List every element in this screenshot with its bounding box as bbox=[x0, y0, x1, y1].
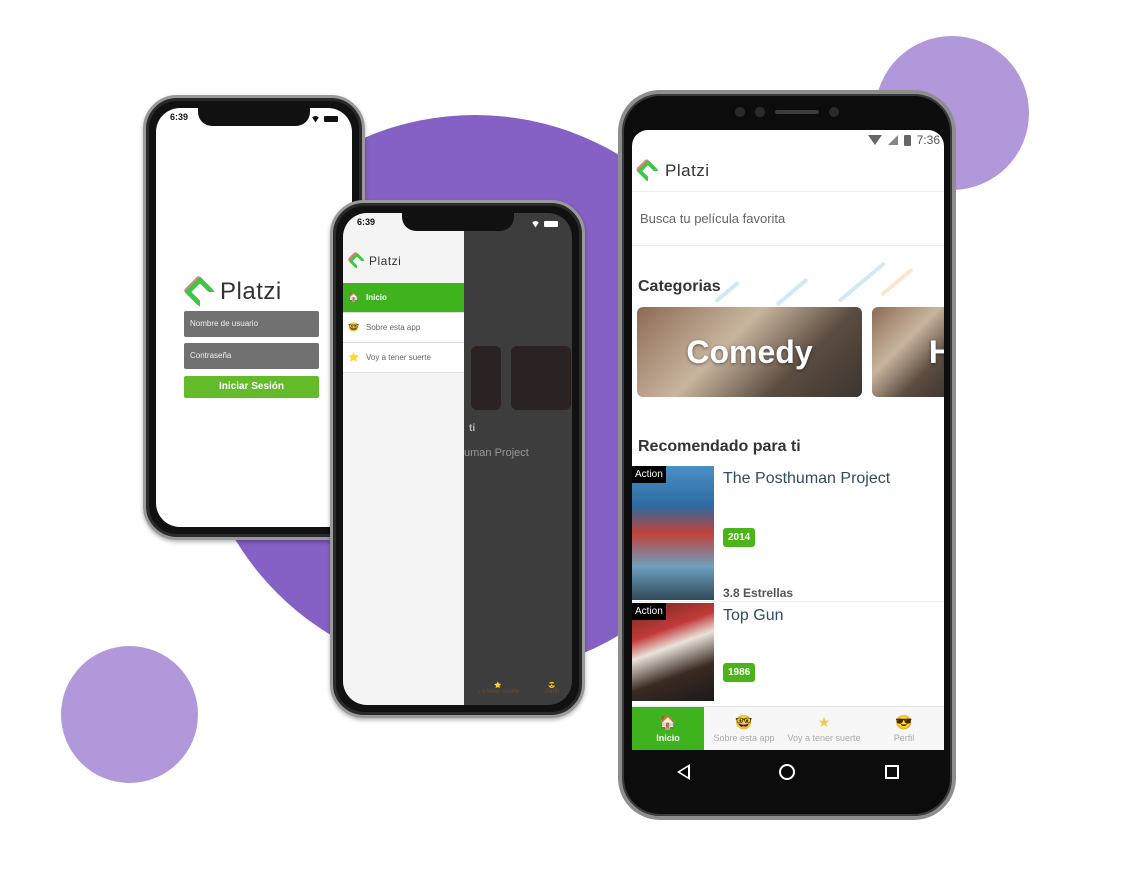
login-screen: 6:39 Platzi Nombre de usuario Contraseña… bbox=[156, 108, 352, 527]
camera bbox=[829, 107, 839, 117]
drawer-item-label: Voy a tener suerte bbox=[366, 353, 431, 362]
movie-title: The Posthuman Project bbox=[723, 470, 891, 487]
home-button-icon[interactable] bbox=[779, 764, 796, 780]
genre-tag: Action bbox=[632, 603, 666, 620]
wifi-icon bbox=[311, 115, 320, 123]
status-time: 6:39 bbox=[357, 217, 376, 227]
year-badge: 1986 bbox=[723, 663, 756, 682]
star-icon: ★ bbox=[817, 714, 831, 730]
category-label: Comedy bbox=[686, 333, 813, 370]
navigation-drawer: Platzi 🏠 Inicio 🤓 Sobre esta app ⭐ Voy a… bbox=[343, 213, 464, 705]
decoration bbox=[775, 277, 809, 307]
sunglasses-icon: 😎 bbox=[895, 714, 913, 730]
nav-label: Voy a tener suerte bbox=[787, 733, 861, 743]
platzi-logo-icon bbox=[635, 157, 660, 182]
status-time: 7:36 bbox=[916, 133, 940, 147]
status-time: 6:39 bbox=[170, 112, 189, 122]
system-navigation-bar bbox=[632, 750, 944, 794]
login-button[interactable]: Iniciar Sesión bbox=[184, 376, 319, 398]
drawer-screen: ti uman Project ⭐ y a tener suerte 😎 Perfi… bbox=[343, 213, 572, 705]
cell-signal-icon bbox=[887, 135, 898, 145]
category-label: H bbox=[928, 333, 944, 370]
dimmed-bottom-nav: ⭐ y a tener suerte 😎 Perfil bbox=[464, 682, 572, 695]
nav-label: y a tener suerte bbox=[477, 689, 519, 695]
home-icon: 🏠 bbox=[659, 714, 677, 730]
wifi-icon bbox=[867, 135, 882, 145]
movie-list-item[interactable]: Action The Posthuman Project 2014 3.8 Es… bbox=[632, 466, 944, 602]
drawer-item-label: Sobre esta app bbox=[366, 323, 421, 332]
notch bbox=[198, 108, 310, 126]
nav-label: Sobre esta app bbox=[713, 733, 775, 743]
username-input[interactable]: Nombre de usuario bbox=[184, 311, 319, 337]
home-icon: 🏠 bbox=[348, 292, 360, 302]
nav-item-inicio[interactable]: 🏠 Inicio bbox=[632, 707, 704, 750]
movie-poster bbox=[632, 466, 714, 600]
drawer-item-sobre[interactable]: 🤓 Sobre esta app bbox=[343, 313, 464, 343]
nerd-face-icon: 🤓 bbox=[735, 714, 753, 730]
star-icon: ⭐ bbox=[348, 352, 360, 362]
search-input[interactable]: Busca tu película favorita bbox=[632, 192, 944, 246]
battery-icon bbox=[544, 221, 558, 227]
category-card-comedy[interactable]: Comedy bbox=[637, 307, 862, 397]
android-home-mockup: 7:36 Platzi Busca tu película favorita C… bbox=[618, 90, 956, 820]
star-icon: ⭐ bbox=[494, 683, 502, 689]
nerd-face-icon: 🤓 bbox=[348, 322, 360, 332]
category-card[interactable]: H bbox=[872, 307, 944, 397]
drawer-item-label: Inicio bbox=[366, 293, 387, 302]
recommended-title: Recomendado para ti bbox=[638, 438, 801, 455]
nav-label: Inicio bbox=[656, 733, 680, 743]
platzi-logo: Platzi bbox=[183, 275, 282, 308]
home-screen: 7:36 Platzi Busca tu película favorita C… bbox=[632, 130, 944, 750]
dimmed-section-title: ti bbox=[469, 423, 476, 434]
sensor bbox=[735, 107, 745, 117]
platzi-logo: Platzi bbox=[347, 251, 402, 270]
movie-rating: 3.8 Estrellas bbox=[723, 586, 794, 600]
nav-item-sobre[interactable]: 🤓 Sobre esta app bbox=[704, 707, 784, 750]
notch bbox=[401, 213, 514, 231]
nav-label: Perfil bbox=[893, 733, 915, 743]
password-input[interactable]: Contraseña bbox=[184, 343, 319, 369]
logo-text: Platzi bbox=[220, 278, 282, 305]
iphone-drawer-mockup: ti uman Project ⭐ y a tener suerte 😎 Perfi… bbox=[330, 200, 585, 718]
dimmed-nav-item: 😎 Perfil bbox=[545, 682, 559, 695]
year-badge: 2014 bbox=[723, 528, 756, 547]
dimmed-nav-item: ⭐ y a tener suerte bbox=[477, 682, 519, 695]
speaker bbox=[775, 110, 819, 114]
sensor bbox=[755, 107, 765, 117]
drawer-item-inicio[interactable]: 🏠 Inicio bbox=[343, 283, 464, 313]
decoration bbox=[880, 267, 914, 297]
back-icon[interactable] bbox=[676, 764, 690, 780]
bottom-navigation: 🏠 Inicio 🤓 Sobre esta app ★ Voy a tener … bbox=[632, 706, 944, 750]
nav-item-perfil[interactable]: 😎 Perfil bbox=[864, 707, 944, 750]
phone-top-bezel bbox=[622, 94, 952, 130]
platzi-logo-icon bbox=[347, 251, 366, 270]
decoration bbox=[837, 261, 887, 303]
category-card-dimmed bbox=[471, 346, 501, 410]
status-bar: 7:36 bbox=[632, 130, 944, 150]
app-bar: Platzi bbox=[632, 150, 944, 192]
drawer-item-suerte[interactable]: ⭐ Voy a tener suerte bbox=[343, 343, 464, 373]
nav-item-suerte[interactable]: ★ Voy a tener suerte bbox=[784, 707, 864, 750]
wifi-icon bbox=[531, 220, 540, 228]
logo-text: Platzi bbox=[665, 160, 710, 180]
battery-icon bbox=[903, 134, 911, 146]
sunglasses-icon: 😎 bbox=[548, 683, 556, 689]
category-card-dimmed bbox=[511, 346, 571, 410]
genre-tag: Action bbox=[632, 466, 666, 483]
movie-title: Top Gun bbox=[723, 607, 784, 624]
categories-title: Categorias bbox=[638, 278, 721, 295]
recents-icon[interactable] bbox=[885, 765, 900, 779]
background-circle-small-left bbox=[61, 646, 198, 783]
nav-label: Perfil bbox=[545, 689, 559, 695]
battery-icon bbox=[324, 116, 338, 122]
dimmed-movie-title: uman Project bbox=[464, 447, 529, 459]
platzi-logo-icon bbox=[183, 275, 216, 308]
logo-text: Platzi bbox=[369, 254, 402, 268]
